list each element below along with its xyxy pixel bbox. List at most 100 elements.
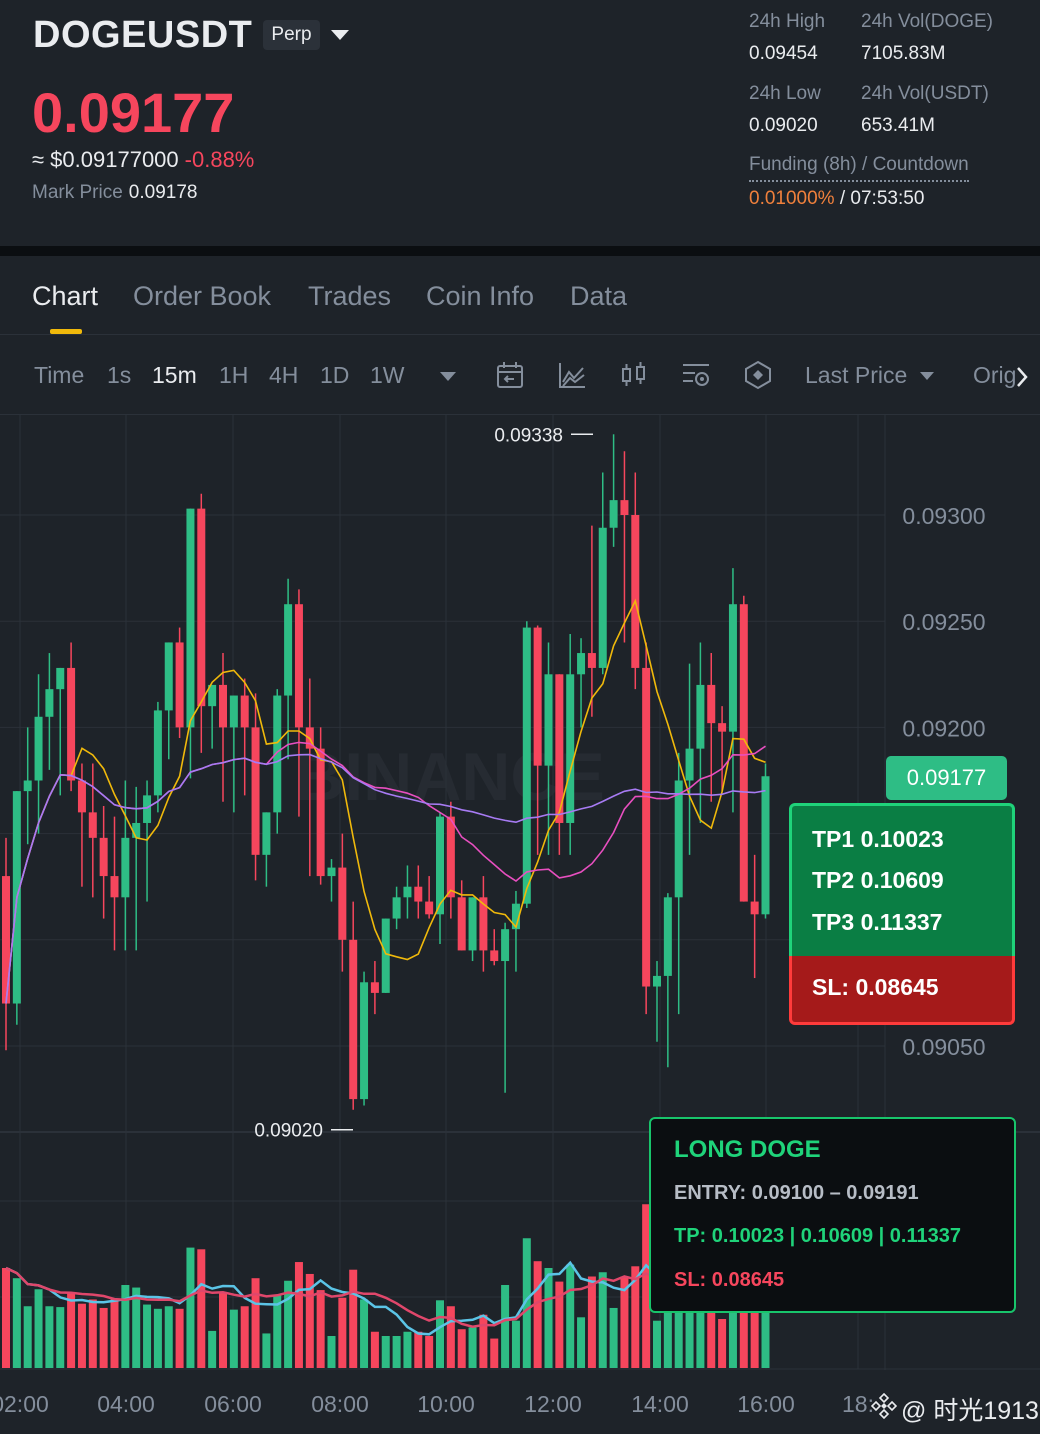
interval-1w[interactable]: 1W	[370, 362, 405, 389]
volume-bar	[490, 1338, 499, 1368]
candle-body	[566, 674, 575, 823]
interval-1d[interactable]: 1D	[320, 362, 349, 389]
sl-label: SL: 0.08645	[812, 974, 939, 1000]
price-axis-label: 0.09300	[902, 503, 985, 529]
candle-body	[67, 667, 76, 781]
funding-label[interactable]: Funding (8h) / Countdown	[749, 154, 969, 182]
interval-4h[interactable]: 4H	[269, 362, 298, 389]
stop-loss-box: SL: 0.08645	[789, 956, 1015, 1025]
candle-body	[88, 812, 97, 838]
time-axis-label: 14:00	[631, 1391, 689, 1417]
time-axis-label: 18:	[842, 1391, 874, 1417]
candle-body	[99, 837, 108, 877]
tabs-separator	[0, 334, 1040, 335]
candle-body	[197, 508, 206, 707]
candle-body	[327, 867, 336, 877]
more-intervals-icon[interactable]	[440, 372, 456, 381]
approx-usd-row: ≈ $0.09177000 -0.88%	[32, 147, 254, 173]
vol-usdt-label: 24h Vol(USDT)	[861, 83, 989, 104]
tp1-label: TP1 0.10023	[812, 826, 944, 852]
symbol-title[interactable]: DOGEUSDT	[33, 14, 252, 57]
candle-body	[728, 604, 737, 732]
interval-15m[interactable]: 15m	[152, 362, 197, 389]
candle-body	[414, 886, 423, 902]
candle-body	[392, 897, 401, 919]
interval-1s[interactable]: 1s	[107, 362, 131, 389]
approx-usd: ≈ $0.09177000	[32, 147, 179, 172]
volume-bar	[316, 1290, 325, 1368]
high-marker-label: 0.09338	[494, 425, 563, 446]
low-label: 24h Low	[749, 83, 821, 104]
volume-bar	[251, 1278, 260, 1368]
volume-bar	[468, 1327, 477, 1368]
candle-body	[501, 929, 510, 962]
candle-body	[77, 780, 86, 813]
candle-body	[457, 897, 466, 951]
volume-bar	[403, 1331, 412, 1368]
candle-body	[577, 653, 586, 675]
chevron-right-icon[interactable]	[1014, 365, 1030, 389]
candle-body	[251, 727, 260, 855]
candle-body	[490, 950, 499, 962]
volume-bar	[99, 1307, 108, 1368]
interval-1h[interactable]: 1H	[219, 362, 248, 389]
candle-body	[360, 982, 369, 1100]
volume-bar	[718, 1319, 727, 1368]
volume-bar	[56, 1307, 65, 1368]
tab-coin-info[interactable]: Coin Info	[426, 281, 534, 312]
candle-body	[522, 627, 531, 904]
tab-data[interactable]: Data	[570, 281, 627, 312]
tab-order-book[interactable]: Order Book	[133, 281, 271, 312]
volume-bar	[370, 1331, 379, 1368]
candle-body	[186, 508, 195, 728]
section-divider	[0, 246, 1040, 256]
candle-body	[273, 695, 282, 813]
candle-body	[349, 939, 358, 1100]
candle-body	[45, 689, 54, 717]
funding-row: 0.01000% / 07:53:50	[749, 188, 924, 210]
candle-body	[153, 710, 162, 796]
volume-bar	[446, 1306, 455, 1368]
tab-trades[interactable]: Trades	[308, 281, 391, 312]
price-axis-label: 0.09250	[902, 609, 985, 635]
candle-body	[674, 780, 683, 898]
volume-bar	[544, 1268, 553, 1368]
price-type-caret-icon[interactable]	[920, 372, 934, 380]
volume-bar	[436, 1300, 444, 1368]
mark-price-row: Mark Price 0.09178	[32, 182, 197, 204]
original-view-tab[interactable]: Orig	[973, 362, 1016, 389]
price-type-select[interactable]: Last Price	[805, 362, 907, 389]
indicator-icon[interactable]	[557, 360, 587, 390]
candle-body	[446, 816, 455, 898]
volume-bar	[164, 1306, 173, 1368]
candle-body	[533, 627, 542, 766]
volume-bar	[653, 1320, 661, 1368]
time-axis-label: 02:00	[0, 1391, 49, 1417]
tab-chart[interactable]: Chart	[32, 281, 98, 312]
price-axis-label: 0.09200	[902, 715, 985, 741]
symbol-dropdown-icon[interactable]	[331, 30, 349, 40]
candle-body	[544, 674, 553, 766]
candle-body	[609, 500, 618, 528]
candle-body	[219, 684, 227, 728]
candle-body	[56, 667, 65, 690]
candle-type-icon[interactable]	[619, 360, 649, 390]
signal-box: LONG DOGE ENTRY: 0.09100 – 0.09191 TP: 0…	[649, 1117, 1016, 1313]
tp2-label: TP2 0.10609	[812, 867, 944, 893]
calendar-icon[interactable]	[495, 360, 525, 390]
hexagon-icon[interactable]	[743, 360, 773, 390]
volume-bar	[262, 1333, 271, 1368]
interval-time[interactable]: Time	[34, 362, 84, 389]
candle-body	[707, 684, 716, 724]
funding-separator: /	[839, 188, 846, 209]
candle-body	[642, 667, 651, 987]
volume-bar	[186, 1247, 195, 1368]
chart-settings-icon[interactable]	[681, 360, 711, 390]
volume-bar	[501, 1285, 510, 1368]
author-credit: @ 时光1913	[901, 1397, 1039, 1425]
funding-countdown: 07:53:50	[850, 188, 925, 209]
time-axis-label: 16:00	[737, 1391, 795, 1417]
candle-body	[240, 695, 249, 728]
volume-bar	[2, 1268, 10, 1368]
last-price: 0.09177	[32, 81, 235, 144]
